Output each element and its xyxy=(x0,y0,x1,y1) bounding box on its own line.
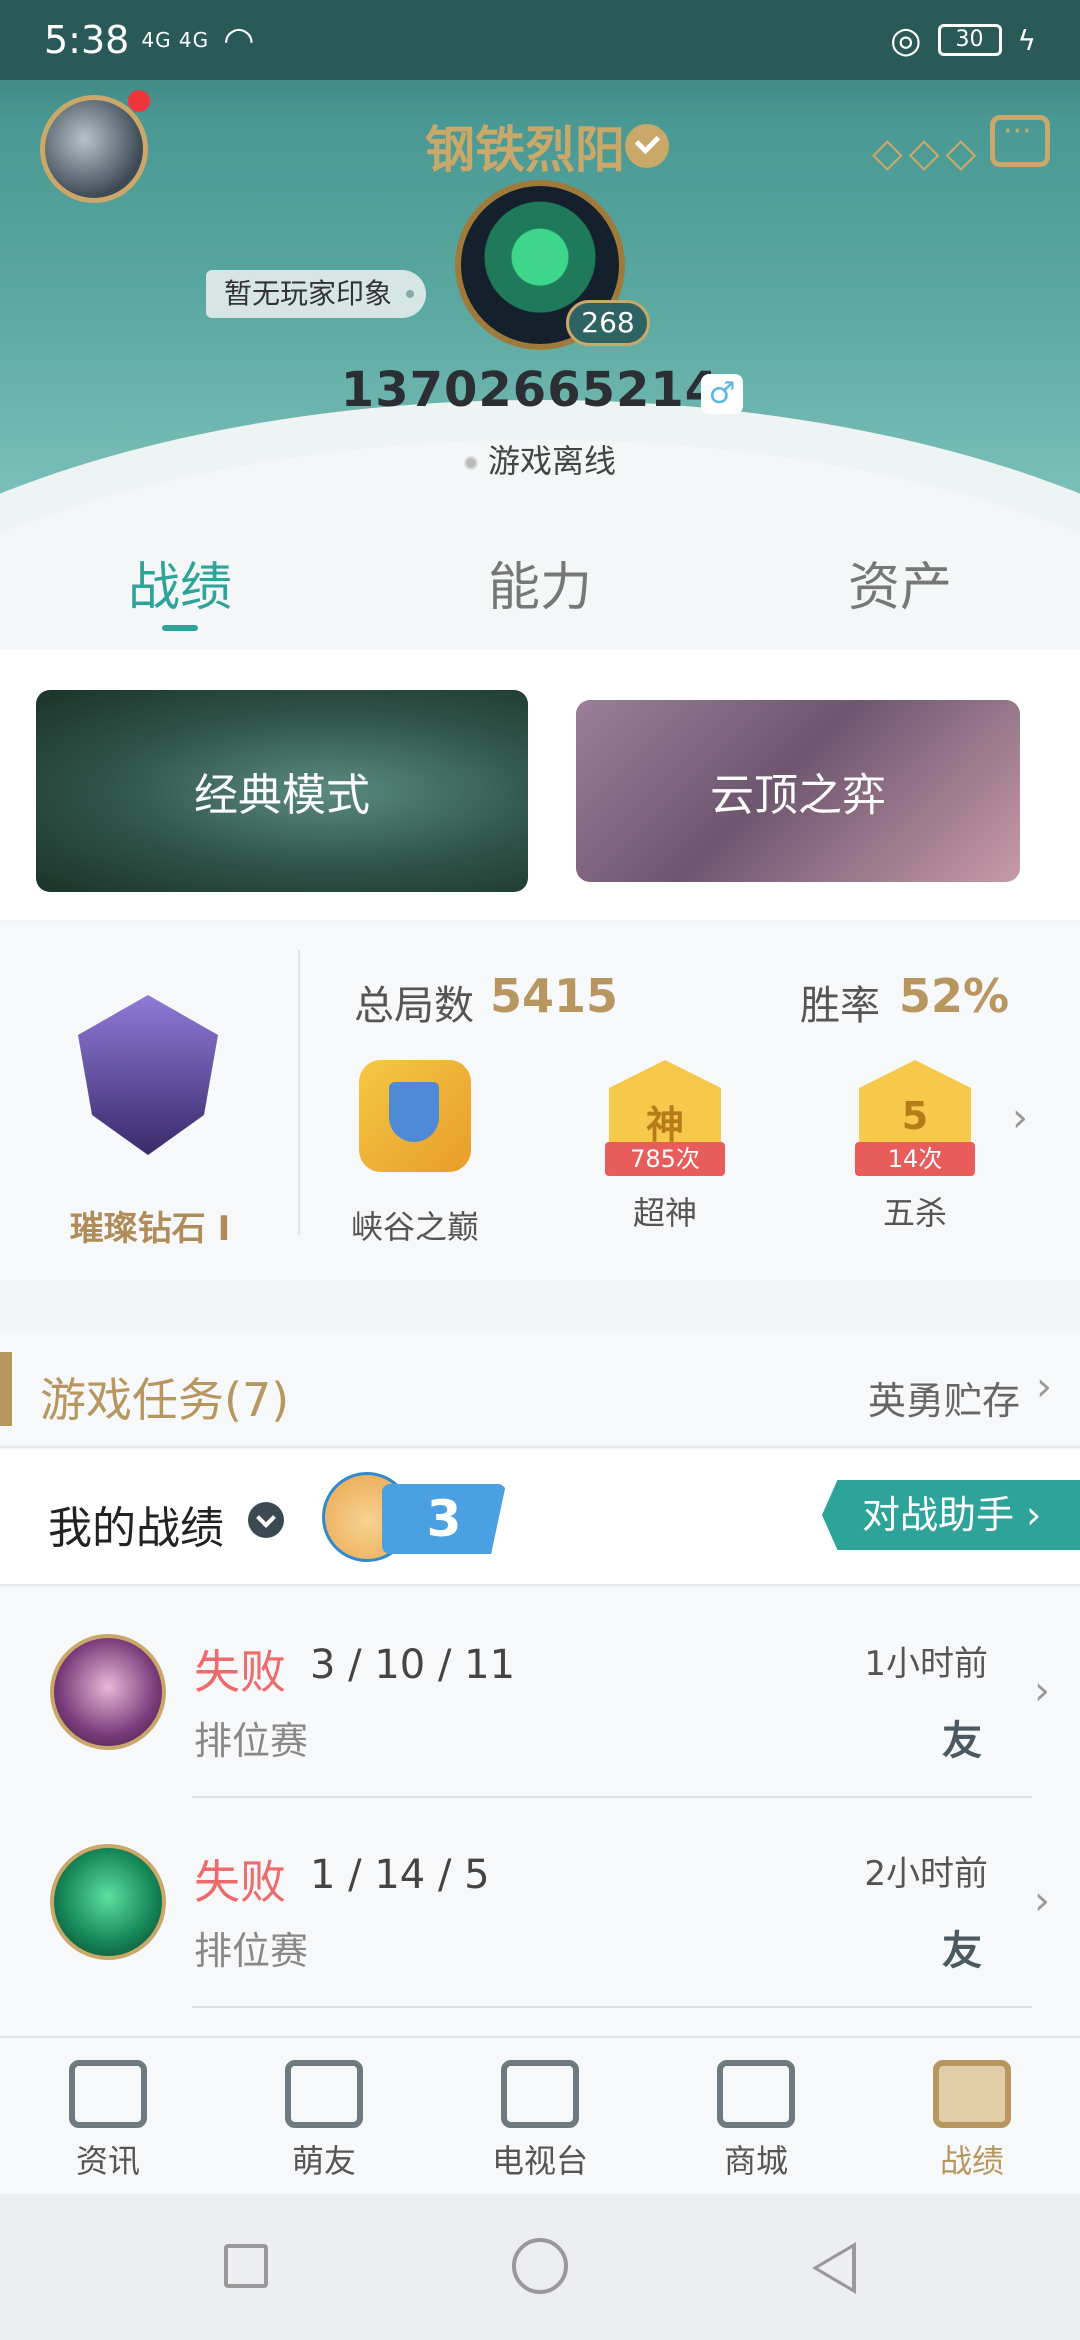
losing-streak-badge: 3 xyxy=(322,1472,506,1562)
status-time: 5:38 xyxy=(44,18,130,62)
nav-friends[interactable]: 萌友 xyxy=(216,2038,432,2194)
level-badge: 268 xyxy=(566,300,650,346)
system-nav-bar xyxy=(0,2194,1080,2340)
divider xyxy=(192,2006,1032,2008)
chevron-right-icon: › xyxy=(1034,1668,1050,1714)
mode-cards: 经典模式 云顶之弈 xyxy=(0,650,1080,920)
wifi-icon: ◠ xyxy=(223,19,255,61)
recents-icon[interactable] xyxy=(224,2244,268,2288)
badge-count: 14次 xyxy=(855,1142,975,1176)
tasks-title: 游戏任务(7) xyxy=(40,1373,290,1427)
match-result: 失败 xyxy=(194,1855,286,1909)
notification-dot xyxy=(128,90,150,112)
signal-icon: 4G 4G xyxy=(141,28,210,52)
nav-label: 萌友 xyxy=(291,2142,356,2180)
summit-icon xyxy=(359,1060,471,1172)
status-bar: 5:38 4G 4G ◠ ◎ 30 ϟ xyxy=(0,0,1080,80)
badge-legendary[interactable]: 神 785次 超神 xyxy=(590,1060,740,1234)
badge-pentakill[interactable]: 5 14次 五杀 xyxy=(840,1060,990,1234)
classic-mode-label: 经典模式 xyxy=(194,770,370,821)
chevron-right-icon: › xyxy=(1034,1878,1050,1924)
chat-icon[interactable] xyxy=(990,114,1050,167)
tft-mode-card[interactable]: 云顶之弈 xyxy=(576,700,1020,882)
match-row[interactable]: 失败 3 / 10 / 11 排位赛 1小时前 友 › xyxy=(0,1588,1080,1798)
match-list: 失败 3 / 10 / 11 排位赛 1小时前 友 › 失败 1 / 14 / … xyxy=(0,1588,1080,2038)
badge-label: 五杀 xyxy=(882,1194,947,1232)
verified-icon xyxy=(625,124,669,168)
badge-count: 785次 xyxy=(605,1142,725,1176)
nav-record[interactable]: 战绩 xyxy=(864,2038,1080,2194)
tab-ability[interactable]: 能力 xyxy=(360,545,720,645)
status-dot-icon xyxy=(463,456,478,470)
profile-tabs: 战绩 能力 资产 xyxy=(0,545,1080,645)
winrate-label: 胜率 xyxy=(800,983,880,1029)
friend-tag: 友 xyxy=(942,1718,982,1764)
nav-label: 资讯 xyxy=(75,2142,140,2180)
badge-summit[interactable]: 峡谷之巅 xyxy=(340,1060,490,1248)
diamond-rank-icon xyxy=(78,995,218,1155)
battle-assistant-button[interactable]: 对战助手 › xyxy=(822,1480,1080,1550)
champion-avatar xyxy=(50,1634,166,1750)
news-icon xyxy=(69,2060,147,2128)
nav-label: 电视台 xyxy=(491,2142,588,2180)
badge-label: 超神 xyxy=(632,1194,697,1232)
store-icon xyxy=(717,2060,795,2128)
rank-panel[interactable]: 璀璨钻石 I 总局数 5415 胜率 52% 峡谷之巅 神 785次 超神 5 … xyxy=(0,925,1080,1280)
impression-tag[interactable]: 暂无玩家印象 xyxy=(206,270,427,318)
nav-label: 战绩 xyxy=(939,2142,1004,2180)
match-type: 排位赛 xyxy=(194,1929,309,1973)
match-row[interactable]: 失败 1 / 14 / 5 排位赛 2小时前 友 › xyxy=(0,1798,1080,2008)
champion-avatar xyxy=(50,1844,166,1960)
classic-mode-card[interactable]: 经典模式 xyxy=(36,690,528,892)
match-time: 1小时前 xyxy=(864,1644,988,1684)
total-games-label: 总局数 xyxy=(354,983,474,1029)
chevron-right-icon[interactable]: › xyxy=(1012,1095,1028,1141)
my-record-title[interactable]: 我的战绩 xyxy=(48,1492,224,1556)
player-id: 13702665214 xyxy=(340,362,720,418)
badge-label: 峡谷之巅 xyxy=(350,1208,479,1246)
tab-record[interactable]: 战绩 xyxy=(0,545,360,645)
charging-icon: ϟ xyxy=(1017,23,1036,57)
badge-glyph: 神 xyxy=(645,1103,684,1147)
male-icon: ♂ xyxy=(701,374,743,414)
nav-label: 商城 xyxy=(723,2142,788,2180)
divider xyxy=(298,950,300,1235)
status-text: 游戏离线 xyxy=(487,442,616,480)
more-icon[interactable]: ◇◇◇ xyxy=(872,130,982,176)
tab-assets[interactable]: 资产 xyxy=(720,545,1080,645)
bottom-nav: 资讯 萌友 电视台 商城 战绩 xyxy=(0,2036,1080,2194)
game-tasks-row[interactable]: 游戏任务(7) 英勇贮存 › xyxy=(0,1330,1080,1448)
back-icon[interactable] xyxy=(812,2242,856,2294)
nav-news[interactable]: 资讯 xyxy=(0,2038,216,2194)
online-status: 游戏离线 xyxy=(0,436,1080,482)
nav-tv[interactable]: 电视台 xyxy=(432,2038,648,2194)
home-icon[interactable] xyxy=(512,2238,568,2294)
record-icon xyxy=(933,2060,1011,2128)
nav-store[interactable]: 商城 xyxy=(648,2038,864,2194)
accent-bar xyxy=(0,1352,12,1426)
lock-rotation-icon: ◎ xyxy=(890,19,922,61)
total-games-value: 5415 xyxy=(490,969,619,1023)
match-type: 排位赛 xyxy=(194,1719,309,1763)
rank-tier: 璀璨钻石 I xyxy=(69,1209,231,1249)
battery-icon: 30 xyxy=(937,24,1002,56)
tft-mode-label: 云顶之弈 xyxy=(710,770,886,821)
chevron-down-icon[interactable] xyxy=(248,1502,284,1538)
hero-storage-link[interactable]: 英勇贮存 xyxy=(868,1370,1020,1425)
winrate-value: 52% xyxy=(899,969,1010,1023)
friends-icon xyxy=(285,2060,363,2128)
match-kda: 3 / 10 / 11 xyxy=(310,1642,516,1688)
profile-header: 5:38 4G 4G ◠ ◎ 30 ϟ 钢铁烈阳 ◇◇◇ 268 暂无玩家印象 … xyxy=(0,0,1080,650)
match-time: 2小时前 xyxy=(864,1854,988,1894)
streak-count: 3 xyxy=(382,1484,506,1554)
tv-icon xyxy=(501,2060,579,2128)
badge-glyph: 5 xyxy=(901,1094,929,1138)
match-kda: 1 / 14 / 5 xyxy=(310,1852,490,1898)
my-record-header: 我的战绩 3 对战助手 › xyxy=(0,1450,1080,1586)
match-result: 失败 xyxy=(194,1645,286,1699)
friend-tag: 友 xyxy=(942,1928,982,1974)
chevron-right-icon: › xyxy=(1036,1364,1052,1410)
